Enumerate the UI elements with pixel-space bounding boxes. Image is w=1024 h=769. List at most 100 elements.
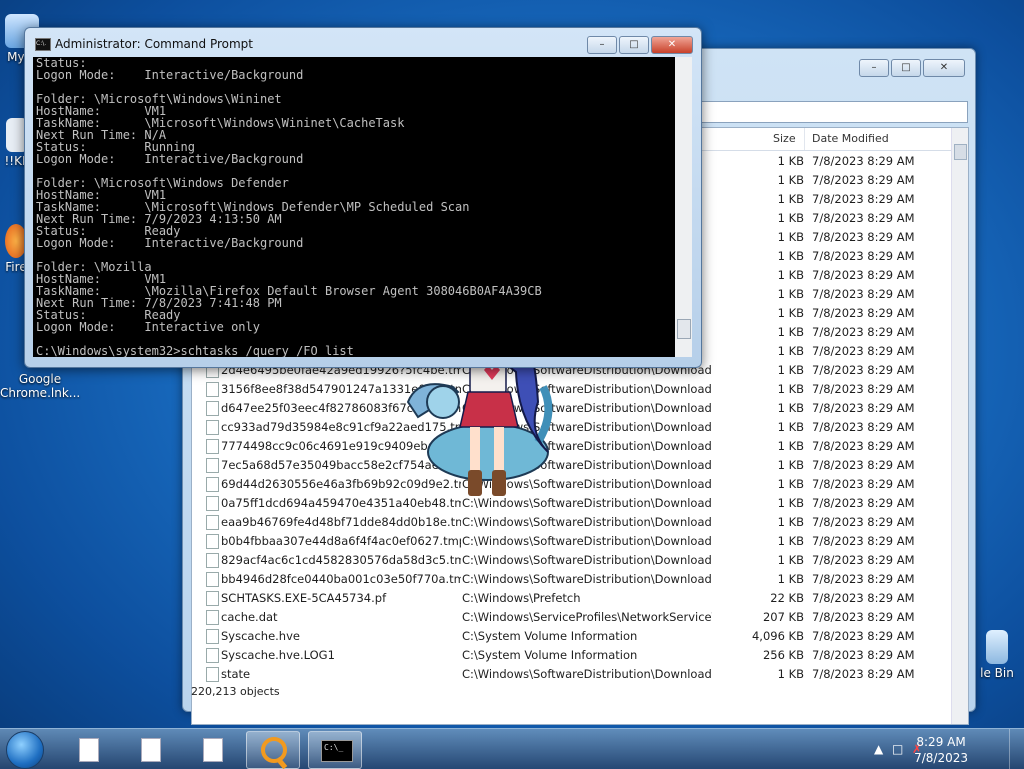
file-date: 7/8/2023 8:29 AM: [812, 230, 915, 244]
table-row[interactable]: d647ee25f03eec4f82786083f67ca14a.tmp C:\W…: [192, 399, 952, 418]
file-name: bb4946d28fce0440ba001c03e50f770a.tmp: [221, 572, 461, 586]
file-icon: [206, 534, 219, 549]
console-output[interactable]: Status: Logon Mode: Interactive/Backgroun…: [33, 57, 675, 357]
file-size: 1 KB: [777, 553, 804, 567]
file-icon: [206, 553, 219, 568]
system-tray: ▲ □ ✗ 8:29 AM 7/8/2023: [864, 729, 1024, 769]
scrollbar-thumb[interactable]: [954, 144, 967, 160]
file-icon: [206, 420, 219, 435]
clock[interactable]: 8:29 AM 7/8/2023: [914, 734, 968, 766]
scrollbar-thumb[interactable]: [677, 319, 691, 339]
start-button[interactable]: [6, 731, 44, 769]
file-date: 7/8/2023 8:29 AM: [812, 591, 915, 605]
taskbar-document-3[interactable]: [186, 731, 238, 767]
window-controls: – □ ✕: [859, 59, 965, 77]
search-box[interactable]: [698, 101, 968, 123]
clock-date: 7/8/2023: [914, 751, 968, 765]
table-row[interactable]: 69d44d2630556e46a3fb69b92c09d9e2.tmp C:\W…: [192, 475, 952, 494]
table-row[interactable]: 0a75ff1dcd694a459470e4351a40eb48.tmp C:\W…: [192, 494, 952, 513]
table-row[interactable]: bb4946d28fce0440ba001c03e50f770a.tmp C:\W…: [192, 570, 952, 589]
file-date: 7/8/2023 8:29 AM: [812, 534, 915, 548]
chevron-up-icon[interactable]: ▲: [874, 742, 883, 756]
file-icon: [206, 382, 219, 397]
file-size: 1 KB: [777, 363, 804, 377]
file-date: 7/8/2023 8:29 AM: [812, 629, 915, 643]
search-icon: [261, 737, 287, 763]
file-size: 1 KB: [777, 572, 804, 586]
table-row[interactable]: 7ec5a68d57e35049bacc58e2cf754aec.tmp C:\W…: [192, 456, 952, 475]
file-icon: [206, 572, 219, 587]
vertical-scrollbar[interactable]: [951, 128, 968, 724]
table-row[interactable]: b0b4fbbaa307e44d8a6f4f4ac0ef0627.tmp C:\W…: [192, 532, 952, 551]
file-size: 1 KB: [777, 401, 804, 415]
taskbar-command-prompt[interactable]: C:\_: [308, 731, 362, 769]
file-folder: C:\Windows\SoftwareDistribution\Download…: [462, 553, 712, 567]
console-scrollbar[interactable]: [675, 57, 692, 357]
file-name: Syscache.hve.LOG1: [221, 648, 335, 662]
minimize-button[interactable]: –: [587, 36, 617, 54]
file-size: 1 KB: [777, 306, 804, 320]
file-date: 7/8/2023 8:29 AM: [812, 363, 915, 377]
maximize-button[interactable]: □: [891, 59, 921, 77]
file-name: eaa9b46769fe4d48bf71dde84dd0b18e.tmp: [221, 515, 461, 529]
file-size: 1 KB: [777, 439, 804, 453]
file-size: 1 KB: [777, 667, 804, 681]
show-desktop-button[interactable]: [1009, 729, 1024, 769]
file-date: 7/8/2023 8:29 AM: [812, 173, 915, 187]
file-size: 4,096 KB: [751, 629, 804, 643]
file-size: 1 KB: [777, 344, 804, 358]
file-size: 1 KB: [777, 211, 804, 225]
file-icon: [206, 629, 219, 644]
file-date: 7/8/2023 8:29 AM: [812, 211, 915, 225]
file-date: 7/8/2023 8:29 AM: [812, 667, 915, 681]
command-prompt-icon: C:\_: [321, 740, 353, 762]
file-icon: [206, 667, 219, 682]
table-row[interactable]: state C:\Windows\SoftwareDistribution\Dow…: [192, 665, 952, 684]
column-date-modified[interactable]: Date Modified: [812, 132, 889, 145]
file-size: 1 KB: [777, 325, 804, 339]
file-icon: [206, 458, 219, 473]
file-date: 7/8/2023 8:29 AM: [812, 344, 915, 358]
file-date: 7/8/2023 8:29 AM: [812, 648, 915, 662]
file-size: 1 KB: [777, 515, 804, 529]
table-row[interactable]: 7774498cc9c06c4691e919c9409eba54.tmp C:\W…: [192, 437, 952, 456]
table-row[interactable]: Syscache.hve C:\System Volume Information…: [192, 627, 952, 646]
column-size[interactable]: Size: [773, 132, 796, 145]
taskbar-search[interactable]: [246, 731, 300, 769]
maximize-button[interactable]: □: [619, 36, 649, 54]
file-date: 7/8/2023 8:29 AM: [812, 306, 915, 320]
close-button[interactable]: ✕: [651, 36, 693, 54]
table-row[interactable]: cache.dat C:\Windows\ServiceProfiles\Netw…: [192, 608, 952, 627]
file-folder: C:\System Volume Information: [462, 648, 638, 662]
file-date: 7/8/2023 8:29 AM: [812, 420, 915, 434]
file-size: 207 KB: [762, 610, 804, 624]
table-row[interactable]: 829acf4ac6c1cd4582830576da58d3c5.tmp C:\W…: [192, 551, 952, 570]
recycle-bin-icon: [986, 630, 1008, 664]
table-row[interactable]: 3156f8ee8f38d547901247a1331e07c0.tmp C:\W…: [192, 380, 952, 399]
close-button[interactable]: ✕: [923, 59, 965, 77]
table-row[interactable]: SCHTASKS.EXE-5CA45734.pf C:\Windows\Prefe…: [192, 589, 952, 608]
console-text: Status: Logon Mode: Interactive/Backgroun…: [33, 57, 675, 357]
desktop-icon-recycle-bin[interactable]: le Bin: [974, 630, 1020, 680]
window-controls: – □ ✕: [587, 36, 693, 54]
file-name: cache.dat: [221, 610, 278, 624]
file-name: b0b4fbbaa307e44d8a6f4f4ac0ef0627.tmp: [221, 534, 461, 548]
table-row[interactable]: cc933ad79d35984e8c91cf9a22aed175.tmp C:\W…: [192, 418, 952, 437]
file-date: 7/8/2023 8:29 AM: [812, 553, 915, 567]
file-folder: C:\Windows\SoftwareDistribution\Download…: [462, 572, 712, 586]
minimize-button[interactable]: –: [859, 59, 889, 77]
table-row[interactable]: Syscache.hve.LOG1 C:\System Volume Inform…: [192, 646, 952, 665]
command-prompt-window[interactable]: C:\. Administrator: Command Prompt – □ ✕…: [24, 27, 702, 368]
file-folder: C:\Windows\Prefetch: [462, 591, 581, 605]
document-icon: [203, 738, 223, 762]
file-date: 7/8/2023 8:29 AM: [812, 572, 915, 586]
file-icon: [206, 439, 219, 454]
table-row[interactable]: eaa9b46769fe4d48bf71dde84dd0b18e.tmp C:\W…: [192, 513, 952, 532]
file-name: Syscache.hve: [221, 629, 300, 643]
network-icon[interactable]: □: [892, 742, 903, 756]
file-icon: [206, 515, 219, 530]
desktop-icon-label: le Bin: [980, 666, 1014, 680]
document-icon: [141, 738, 161, 762]
taskbar-document-1[interactable]: [62, 731, 114, 767]
taskbar-document-2[interactable]: [124, 731, 176, 767]
